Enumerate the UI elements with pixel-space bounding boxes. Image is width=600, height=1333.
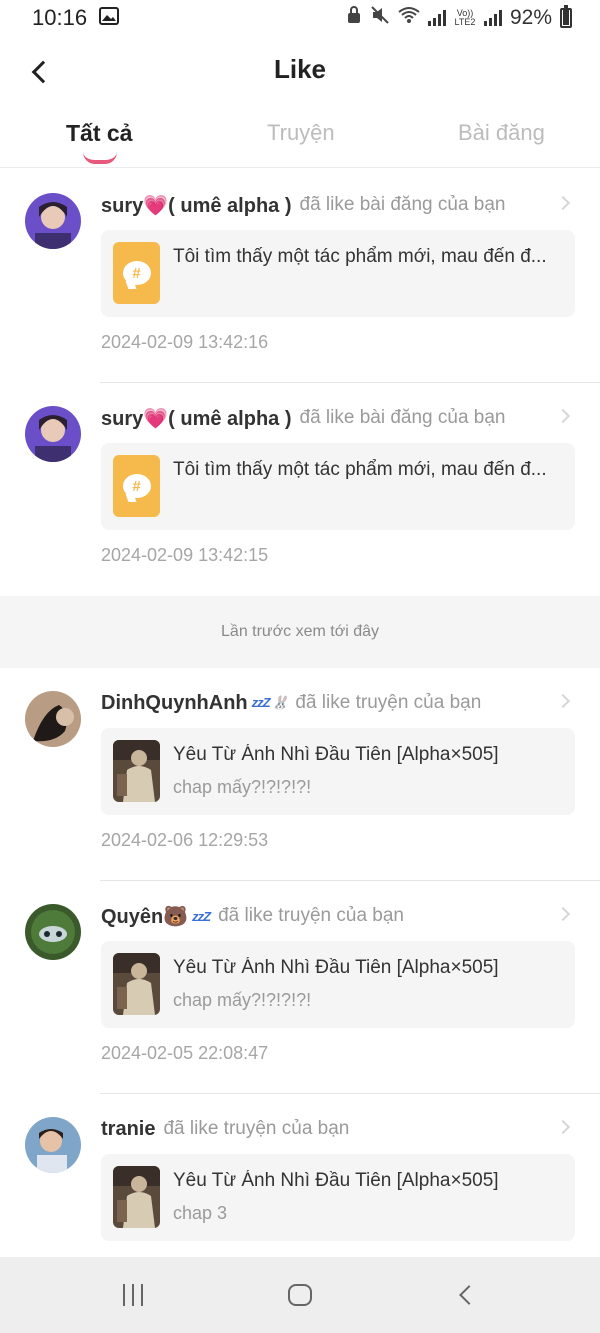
header: Like — [0, 40, 600, 102]
username-decoration: zzZ — [192, 908, 211, 924]
home-button[interactable] — [280, 1279, 320, 1311]
action-text: đã like bài đăng của bạn — [299, 407, 506, 428]
avatar[interactable] — [25, 193, 81, 249]
action-text: đã like truyện của bạn — [163, 1118, 350, 1139]
story-cover — [113, 740, 160, 802]
card-subtitle: chap 3 — [173, 1203, 228, 1223]
recents-button[interactable] — [113, 1279, 153, 1311]
battery-percent: 92% — [509, 6, 552, 29]
timestamp: 2024-02-09 13:42:15 — [101, 545, 269, 565]
recents-icon — [123, 1284, 143, 1306]
gallery-icon — [99, 5, 120, 31]
wifi-icon — [398, 6, 420, 30]
story-card[interactable]: Yêu Từ Ánh Nhì Đầu Tiên [Alpha×505] chap… — [101, 728, 575, 815]
mute-icon — [370, 6, 390, 30]
hashtag-chat-icon: # — [113, 242, 160, 304]
username[interactable]: Quyên🐻 — [101, 904, 188, 929]
post-card[interactable]: # Tôi tìm thấy một tác phẩm mới, mau đến… — [101, 230, 575, 317]
avatar[interactable] — [25, 904, 81, 960]
list-item[interactable]: Quyên🐻 zzZ đã like truyện của bạn Yêu Từ… — [0, 881, 600, 1094]
signal-icon-2 — [483, 10, 502, 26]
username[interactable]: sury💗( umê alpha ) — [101, 193, 292, 218]
card-title: Yêu Từ Ánh Nhì Đầu Tiên [Alpha×505] — [173, 957, 499, 978]
card-title: Yêu Từ Ánh Nhì Đầu Tiên [Alpha×505] — [173, 1170, 499, 1191]
status-time: 10:16 — [32, 5, 88, 30]
story-card[interactable]: Yêu Từ Ánh Nhì Đầu Tiên [Alpha×505] chap… — [101, 1154, 575, 1241]
post-card[interactable]: # Tôi tìm thấy một tác phẩm mới, mau đến… — [101, 443, 575, 530]
card-title: Yêu Từ Ánh Nhì Đầu Tiên [Alpha×505] — [173, 744, 499, 765]
list-item[interactable]: sury💗( umê alpha ) đã like bài đăng của … — [0, 383, 600, 596]
username[interactable]: sury💗( umê alpha ) — [101, 406, 292, 431]
status-bar: 10:16 Vo)) LTE2 92% — [0, 0, 600, 36]
username[interactable]: DinhQuynhAnh — [101, 692, 248, 715]
tab-stories[interactable]: Truyện — [267, 120, 335, 146]
avatar[interactable] — [25, 1117, 81, 1173]
battery-icon — [560, 5, 572, 28]
timestamp: 2024-02-05 22:08:47 — [101, 1043, 269, 1063]
timestamp: 2024-02-09 13:42:16 — [101, 332, 269, 352]
lock-icon — [346, 6, 362, 30]
tab-posts[interactable]: Bài đăng — [458, 120, 545, 146]
avatar[interactable] — [25, 406, 81, 462]
last-seen-divider: Lần trước xem tới đây — [0, 596, 600, 668]
list-item[interactable]: DinhQuynhAnh zzZ 🐰 đã like truyện của bạ… — [0, 668, 600, 881]
card-title: Tôi tìm thấy một tác phẩm mới, mau đến đ… — [173, 459, 547, 480]
story-cover — [113, 1166, 160, 1228]
avatar[interactable] — [25, 691, 81, 747]
tab-bar: Tất cả Truyện Bài đăng — [0, 108, 600, 168]
username-decoration: zzZ 🐰 — [251, 695, 289, 710]
back-icon — [459, 1285, 479, 1305]
action-text: đã like truyện của bạn — [218, 905, 404, 926]
timestamp: 2024-02-06 12:29:53 — [101, 830, 269, 850]
page-title: Like — [273, 54, 327, 84]
username[interactable]: tranie — [101, 1118, 155, 1141]
action-text: đã like truyện của bạn — [295, 692, 482, 713]
card-subtitle: chap mấy?!?!?!?! — [173, 990, 312, 1010]
like-feed: sury💗( umê alpha ) đã like bài đăng của … — [0, 170, 600, 1307]
story-card[interactable]: Yêu Từ Ánh Nhì Đầu Tiên [Alpha×505] chap… — [101, 941, 575, 1028]
home-icon — [288, 1284, 312, 1306]
tab-active-indicator — [83, 152, 117, 164]
system-nav-bar — [0, 1257, 600, 1333]
card-title: Tôi tìm thấy một tác phẩm mới, mau đến đ… — [173, 246, 547, 267]
hashtag-chat-icon: # — [113, 455, 160, 517]
card-subtitle: chap mấy?!?!?!?! — [173, 777, 312, 797]
action-text: đã like bài đăng của bạn — [299, 194, 506, 215]
network-label: Vo)) LTE2 — [454, 8, 476, 27]
story-cover — [113, 953, 160, 1015]
list-item[interactable]: sury💗( umê alpha ) đã like bài đăng của … — [0, 170, 600, 383]
system-back-button[interactable] — [446, 1279, 486, 1311]
signal-icon — [427, 10, 446, 26]
tab-all[interactable]: Tất cả — [66, 120, 132, 147]
